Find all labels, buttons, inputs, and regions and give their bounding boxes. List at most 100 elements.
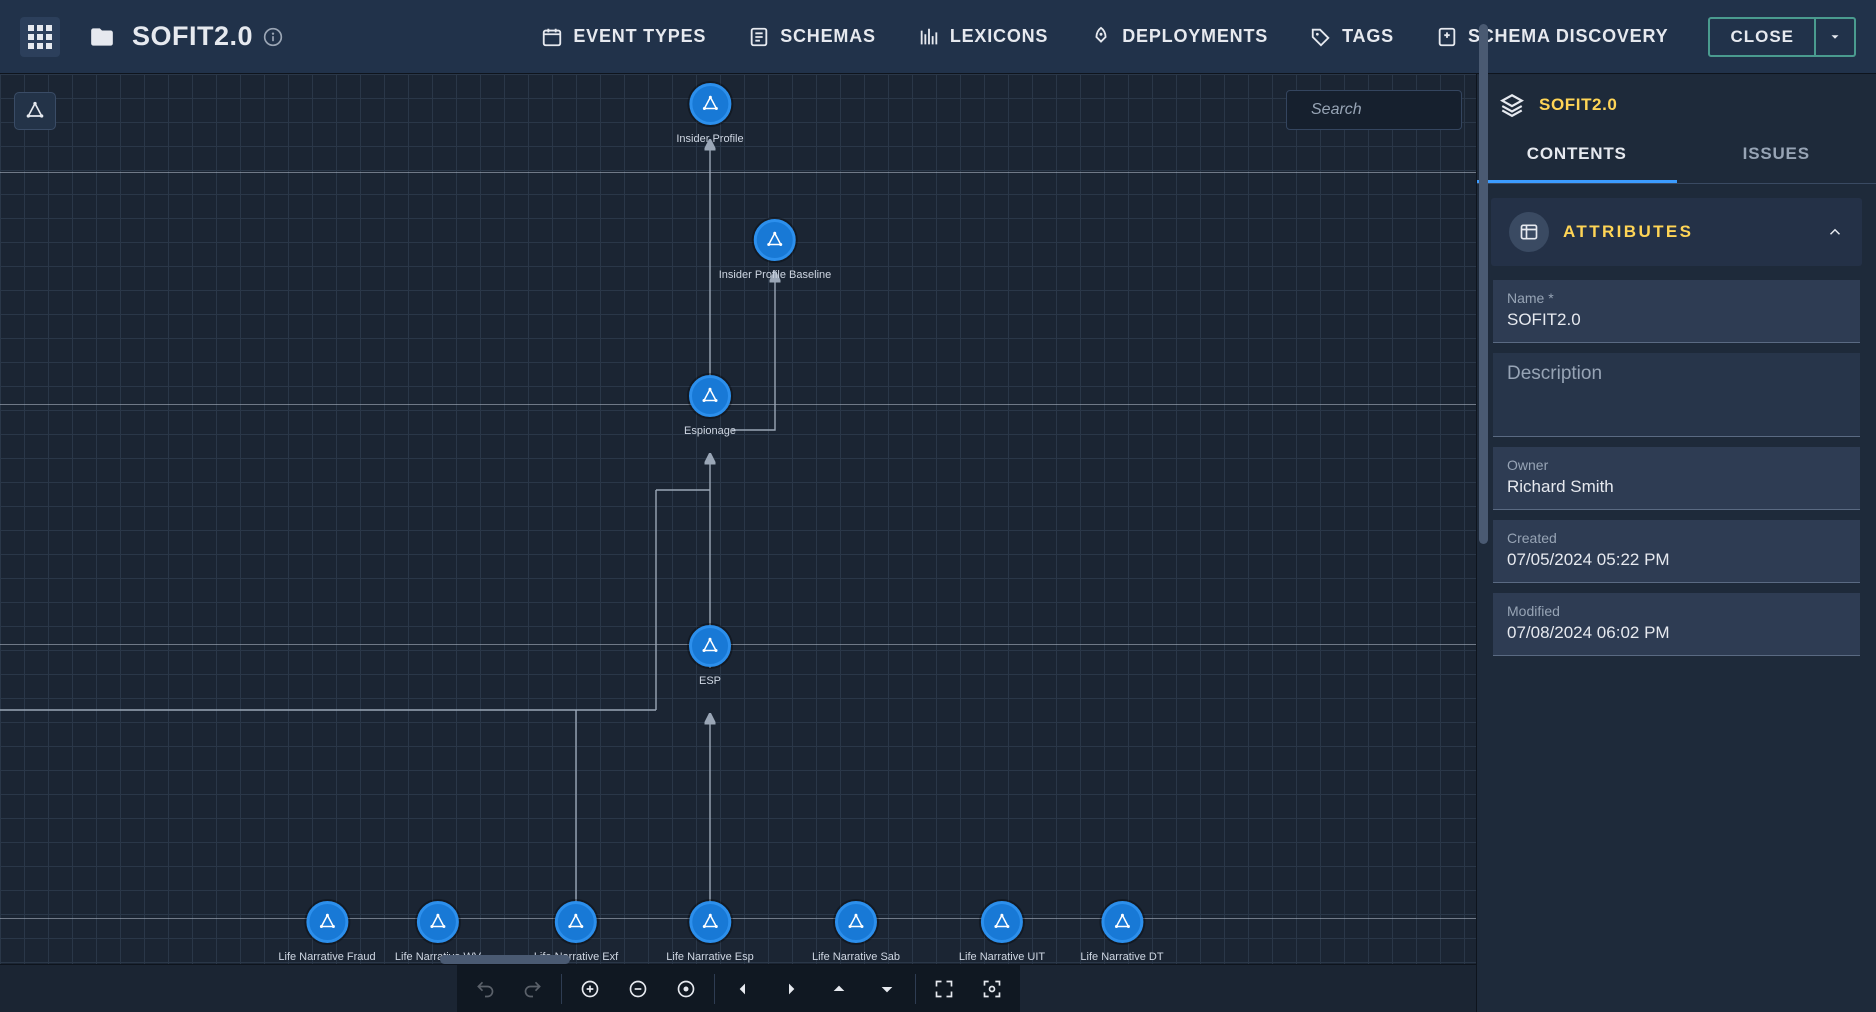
edges <box>0 74 1476 1012</box>
diagram-canvas[interactable]: Insider Profile Insider Profile Baseline… <box>0 74 1476 1012</box>
info-icon[interactable] <box>263 27 283 47</box>
node-label: Life Narrative UIT <box>959 951 1045 963</box>
node-label: Life Narrative Sab <box>812 951 900 963</box>
node-life-narrative-wv[interactable]: Life Narrative WV <box>395 901 481 963</box>
field-label: Modified <box>1507 603 1846 619</box>
node-label: ESP <box>699 675 721 687</box>
zoom-out-button[interactable] <box>614 965 662 1012</box>
nav-label: EVENT TYPES <box>573 26 706 47</box>
close-button[interactable]: CLOSE <box>1708 17 1816 57</box>
vertical-scrollbar-thumb[interactable] <box>1479 24 1488 544</box>
pan-right-button[interactable] <box>767 965 815 1012</box>
nav-label: SCHEMA DISCOVERY <box>1468 26 1669 47</box>
node-icon <box>701 95 719 113</box>
node-espionage[interactable]: Espionage <box>684 375 736 437</box>
node-insider-profile[interactable]: Insider Profile <box>676 83 743 145</box>
apps-grid-icon <box>28 25 52 49</box>
close-dropdown[interactable] <box>1816 17 1856 57</box>
canvas-toolbar <box>0 964 1476 1012</box>
tab-issues[interactable]: ISSUES <box>1677 128 1876 183</box>
tag-icon <box>1310 26 1332 48</box>
nav-tags[interactable]: TAGS <box>1310 26 1394 48</box>
node-icon <box>701 387 719 405</box>
horizontal-scrollbar-thumb[interactable] <box>440 955 570 964</box>
side-panel: SOFIT2.0 CONTENTS ISSUES ATTRIBUTES Name… <box>1476 74 1876 1012</box>
node-label: Life Narrative DT <box>1080 951 1163 963</box>
app-title: SOFIT2.0 <box>132 21 253 52</box>
apps-menu-button[interactable] <box>20 17 60 57</box>
node-label: Espionage <box>684 425 736 437</box>
center-button[interactable] <box>968 965 1016 1012</box>
created-field: Created 07/05/2024 05:22 PM <box>1493 520 1860 583</box>
name-field[interactable]: Name * SOFIT2.0 <box>1493 280 1860 343</box>
schema-icon <box>748 26 770 48</box>
redo-button[interactable] <box>509 965 557 1012</box>
nav-deployments[interactable]: DEPLOYMENTS <box>1090 26 1268 48</box>
node-life-narrative-exf[interactable]: Life Narrative Exf <box>534 901 618 963</box>
modified-field: Modified 07/08/2024 06:02 PM <box>1493 593 1860 656</box>
node-life-narrative-dt[interactable]: Life Narrative DT <box>1080 901 1163 963</box>
top-nav: EVENT TYPES SCHEMAS LEXICONS DEPLOYMENTS… <box>541 26 1668 48</box>
node-icon <box>701 913 719 931</box>
nav-event-types[interactable]: EVENT TYPES <box>541 26 706 48</box>
calendar-icon <box>541 26 563 48</box>
nav-schemas[interactable]: SCHEMAS <box>748 26 876 48</box>
node-life-narrative-fraud[interactable]: Life Narrative Fraud <box>278 901 375 963</box>
owner-field: Owner Richard Smith <box>1493 447 1860 510</box>
attribute-fields: Name * SOFIT2.0 Description Owner Richar… <box>1477 280 1876 662</box>
layers-icon <box>1499 92 1525 118</box>
close-button-group: CLOSE <box>1708 17 1856 57</box>
node-life-narrative-esp[interactable]: Life Narrative Esp <box>666 901 753 963</box>
undo-button[interactable] <box>461 965 509 1012</box>
attributes-title: ATTRIBUTES <box>1563 222 1693 242</box>
node-insider-profile-baseline[interactable]: Insider Profile Baseline <box>719 219 832 281</box>
pan-up-button[interactable] <box>815 965 863 1012</box>
node-label: Insider Profile Baseline <box>719 269 832 281</box>
nav-schema-discovery[interactable]: SCHEMA DISCOVERY <box>1436 26 1669 48</box>
field-label: Name * <box>1507 290 1846 306</box>
field-label: Created <box>1507 530 1846 546</box>
field-value: 07/05/2024 05:22 PM <box>1507 550 1846 570</box>
fit-screen-button[interactable] <box>920 965 968 1012</box>
field-placeholder: Description <box>1507 363 1846 385</box>
caret-down-icon <box>1828 30 1842 44</box>
node-icon <box>1113 913 1131 931</box>
discovery-icon <box>1436 26 1458 48</box>
node-icon <box>318 913 336 931</box>
node-icon <box>766 231 784 249</box>
field-value: SOFIT2.0 <box>1507 310 1846 330</box>
node-life-narrative-sab[interactable]: Life Narrative Sab <box>812 901 900 963</box>
attributes-section: ATTRIBUTES <box>1491 198 1862 266</box>
top-bar: SOFIT2.0 EVENT TYPES SCHEMAS LEXICONS DE… <box>0 0 1876 74</box>
zoom-reset-button[interactable] <box>662 965 710 1012</box>
node-icon <box>429 913 447 931</box>
node-label: Life Narrative Esp <box>666 951 753 963</box>
field-value: 07/08/2024 06:02 PM <box>1507 623 1846 643</box>
nav-label: SCHEMAS <box>780 26 876 47</box>
zoom-in-button[interactable] <box>566 965 614 1012</box>
description-field[interactable]: Description <box>1493 353 1860 437</box>
attributes-icon <box>1509 212 1549 252</box>
node-icon <box>847 913 865 931</box>
node-icon <box>993 913 1011 931</box>
pan-left-button[interactable] <box>719 965 767 1012</box>
node-life-narrative-uit[interactable]: Life Narrative UIT <box>959 901 1045 963</box>
folder-icon <box>86 24 118 50</box>
field-label: Owner <box>1507 457 1846 473</box>
node-icon <box>567 913 585 931</box>
nav-label: TAGS <box>1342 26 1394 47</box>
rocket-icon <box>1090 26 1112 48</box>
tab-contents[interactable]: CONTENTS <box>1477 128 1677 183</box>
nav-label: DEPLOYMENTS <box>1122 26 1268 47</box>
pan-down-button[interactable] <box>863 965 911 1012</box>
nav-label: LEXICONS <box>950 26 1048 47</box>
side-panel-title: SOFIT2.0 <box>1539 95 1618 115</box>
nav-lexicons[interactable]: LEXICONS <box>918 26 1048 48</box>
node-icon <box>701 637 719 655</box>
field-value: Richard Smith <box>1507 477 1846 497</box>
node-label: Life Narrative Fraud <box>278 951 375 963</box>
side-panel-tabs: CONTENTS ISSUES <box>1477 128 1876 184</box>
node-label: Insider Profile <box>676 133 743 145</box>
node-esp[interactable]: ESP <box>689 625 731 687</box>
attributes-header[interactable]: ATTRIBUTES <box>1491 198 1862 266</box>
